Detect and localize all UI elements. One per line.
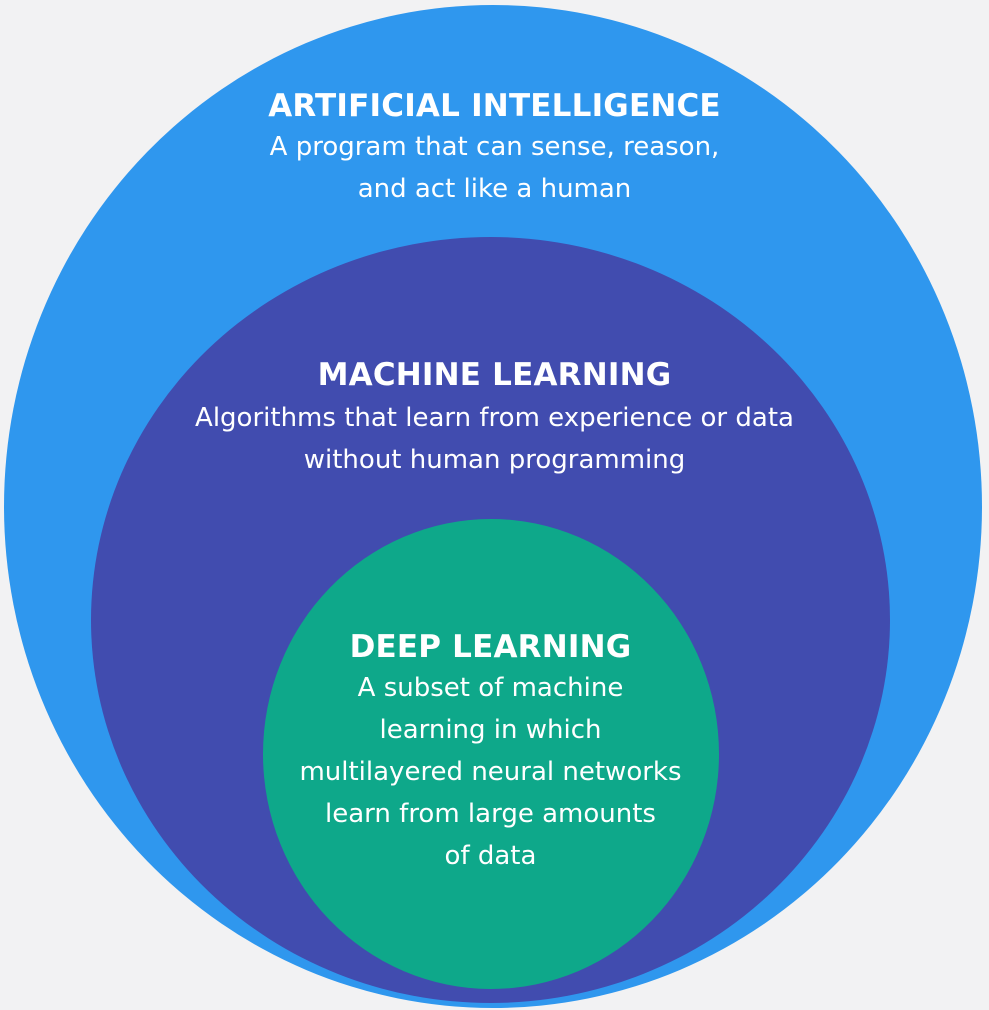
ai-ml-dl-diagram: ARTIFICIAL INTELLIGENCE A program that c…	[0, 0, 989, 1010]
artificial-intelligence-text: ARTIFICIAL INTELLIGENCE A program that c…	[0, 88, 989, 210]
deep-learning-title: DEEP LEARNING	[349, 629, 632, 665]
artificial-intelligence-description: A program that can sense, reason, and ac…	[269, 132, 720, 204]
machine-learning-text: MACHINE LEARNING Algorithms that learn f…	[0, 357, 989, 481]
deep-learning-text: DEEP LEARNING A subset of machine learni…	[0, 629, 985, 877]
artificial-intelligence-title: ARTIFICIAL INTELLIGENCE	[268, 88, 721, 124]
machine-learning-description: Algorithms that learn from experience or…	[195, 403, 794, 475]
machine-learning-title: MACHINE LEARNING	[317, 357, 672, 393]
deep-learning-description: A subset of machine learning in which mu…	[299, 673, 682, 871]
